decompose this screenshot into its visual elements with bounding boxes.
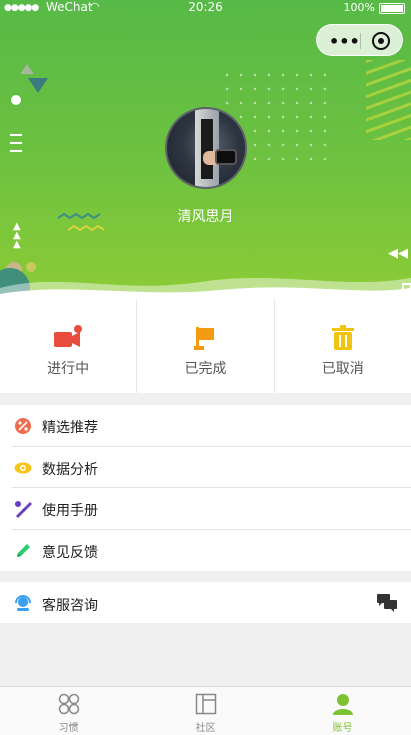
decor-lines (10, 134, 22, 158)
order-label: 进行中 (47, 361, 90, 377)
service-label: 客服咨询 (42, 598, 98, 614)
discount-icon (15, 418, 31, 434)
tab-community[interactable]: 社区 (137, 687, 274, 735)
tab-label: 社区 (195, 723, 216, 734)
tab-account[interactable]: 账号 (274, 687, 411, 735)
profile-header: ▲ ▲ ▲ ◀◀ ●●●●● WeChat ◠ 20:26 100% ••• 清风思… (0, 0, 411, 300)
eye-icon (14, 462, 32, 473)
username: 清风思月 (177, 209, 234, 225)
decor-dot (11, 95, 21, 105)
trash-icon (331, 325, 354, 350)
battery-icon (379, 3, 405, 14)
menu-item-feedback[interactable]: 意见反馈 (12, 530, 411, 572)
battery-percent: 100% (343, 1, 375, 14)
menu-item-label: 精选推荐 (42, 420, 98, 436)
status-bar: ●●●●● WeChat ◠ 20:26 100% (0, 0, 411, 16)
headset-icon (15, 595, 31, 611)
flag-icon (194, 327, 215, 350)
menu-item-label: 使用手册 (42, 503, 98, 519)
menu-item-recommend[interactable]: 精选推荐 (12, 405, 411, 447)
decor-triangle (28, 78, 48, 93)
decor-arrows-icon: ▲ ▲ ▲ (13, 221, 21, 250)
order-in-progress[interactable]: 进行中 (0, 299, 138, 393)
decor-stripes (366, 60, 411, 140)
avatar[interactable] (165, 107, 247, 189)
capsule-divider (360, 33, 361, 49)
habit-icon (58, 693, 79, 715)
tab-label: 账号 (332, 723, 353, 734)
tab-bar: 习惯 社区 账号 (0, 686, 411, 735)
order-cancelled[interactable]: 已取消 (275, 299, 411, 393)
menu-item-label: 意见反馈 (42, 544, 98, 561)
pencil-icon (17, 543, 30, 557)
order-completed[interactable]: 已完成 (137, 299, 275, 393)
menu-item-manual[interactable]: 使用手册 (12, 488, 411, 530)
order-status-row: 进行中 已完成 已取消 (0, 299, 411, 393)
tab-habit[interactable]: 习惯 (0, 687, 137, 735)
header-wave (0, 278, 411, 300)
menu-item-analytics[interactable]: 数据分析 (12, 447, 411, 488)
order-label: 已完成 (184, 361, 227, 377)
decor-triangle (20, 64, 34, 74)
order-label: 已取消 (321, 361, 364, 377)
tab-label: 习惯 (58, 723, 79, 734)
chat-bubbles-icon[interactable] (377, 594, 397, 612)
more-dots-icon[interactable]: ••• (329, 32, 360, 51)
menu-item-customer-service[interactable]: 客服咨询 (0, 582, 411, 623)
community-icon (195, 693, 216, 715)
rewind-icon: ◀◀ (388, 246, 408, 261)
tools-icon (15, 501, 32, 518)
video-camera-icon (54, 325, 83, 347)
target-circle-icon[interactable] (372, 32, 390, 50)
miniprogram-capsule: ••• (316, 24, 403, 56)
menu-list: 精选推荐 数据分析 使用手册 意见反馈 (0, 405, 411, 571)
account-icon (332, 694, 353, 715)
menu-item-label: 数据分析 (42, 461, 98, 478)
